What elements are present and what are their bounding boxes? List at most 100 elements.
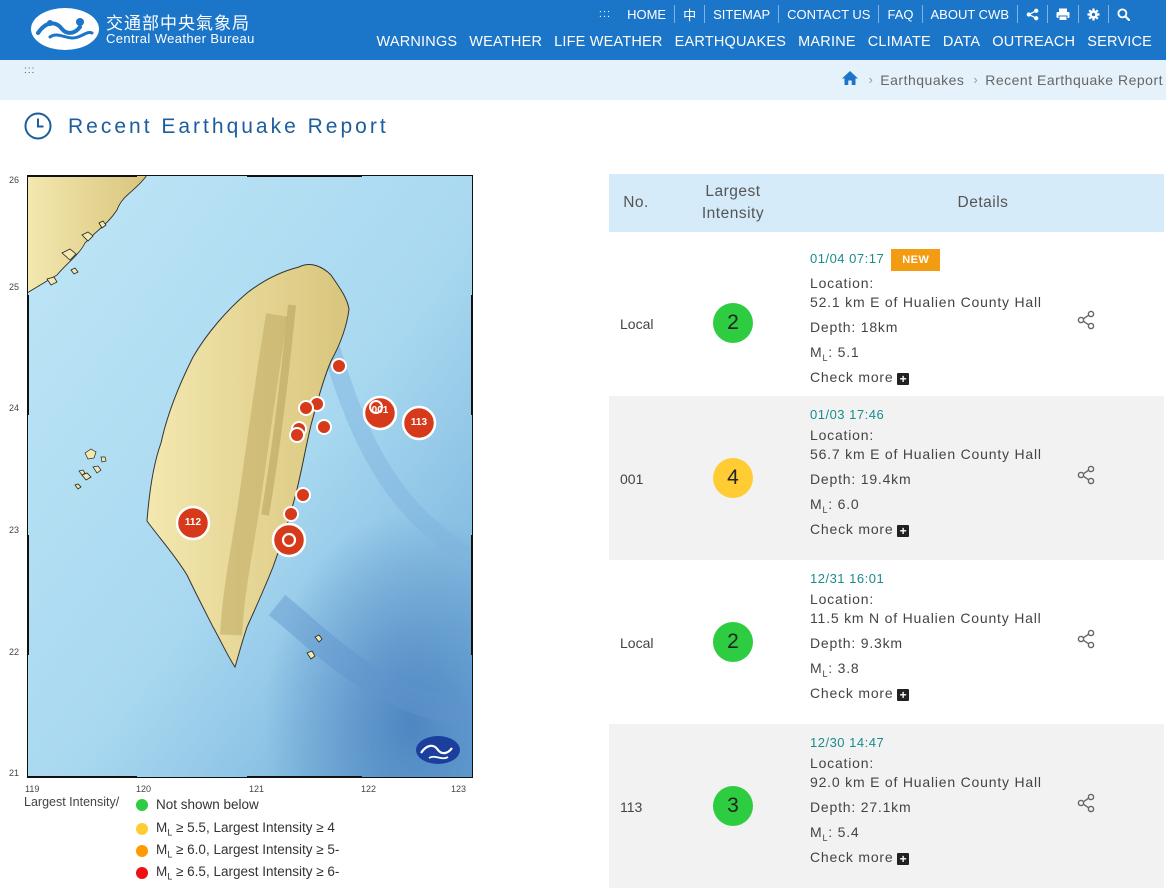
magnitude-value: ML: 5.4 bbox=[810, 824, 860, 843]
plus-icon: + bbox=[897, 525, 910, 537]
earthquake-table: No. Largest Intensity Details Local 2 01… bbox=[609, 174, 1164, 888]
yellow-dot-icon bbox=[136, 822, 148, 835]
nav-home[interactable]: HOME bbox=[619, 3, 674, 25]
gear-icon[interactable] bbox=[1079, 3, 1108, 25]
share-icon[interactable] bbox=[1018, 3, 1047, 25]
nav-contact-us[interactable]: CONTACT US bbox=[779, 3, 878, 25]
clock-icon bbox=[24, 112, 52, 140]
lon-label: 123 bbox=[451, 784, 467, 794]
new-badge: NEW bbox=[891, 249, 941, 271]
legend-item: ML ≥ 5.5, Largest Intensity ≥ 4 bbox=[136, 820, 335, 838]
col-header-details: Details bbox=[957, 194, 1009, 211]
intensity-badge: 2 bbox=[713, 622, 753, 662]
nav-life-weather[interactable]: LIFE WEATHER bbox=[548, 34, 668, 50]
lat-label: 23 bbox=[9, 525, 20, 535]
check-more-link[interactable]: Check more + bbox=[810, 517, 1042, 542]
share-icon[interactable] bbox=[1076, 465, 1096, 485]
breadcrumb-earthquakes[interactable]: Earthquakes bbox=[880, 72, 964, 88]
location-value: 56.7 km E of Hualien County Hall bbox=[810, 446, 1042, 462]
lat-label: 25 bbox=[9, 282, 20, 292]
check-more-link[interactable]: Check more + bbox=[810, 845, 1042, 870]
row-no: 113 bbox=[620, 799, 643, 815]
nav-outreach[interactable]: OUTREACH bbox=[986, 34, 1081, 50]
accesskey-center[interactable]: ::: bbox=[24, 65, 35, 76]
map-marker-001[interactable]: 001 bbox=[364, 405, 396, 416]
breadcrumb-bar: ::: › Earthquakes › Recent Earthquake Re… bbox=[0, 60, 1166, 100]
site-header: 交通部中央氣象局 Central Weather Bureau ::: HOME… bbox=[0, 0, 1166, 60]
table-row[interactable]: 113 3 12/30 14:47 Location: 92.0 km E of… bbox=[609, 724, 1164, 888]
location-value: 92.0 km E of Hualien County Hall bbox=[810, 774, 1042, 790]
main-nav: WARNINGS WEATHER LIFE WEATHER EARTHQUAKE… bbox=[370, 34, 1158, 50]
chevron-right-icon: › bbox=[868, 72, 874, 87]
legend-label: Not shown below bbox=[156, 797, 259, 812]
intensity-badge: 2 bbox=[713, 303, 753, 343]
row-no: Local bbox=[620, 316, 654, 332]
top-utility-nav: ::: HOME 中 SITEMAP CONTACT US FAQ ABOUT … bbox=[591, 3, 1138, 25]
plus-icon: + bbox=[897, 689, 910, 701]
legend-item: ML ≥ 6.0, Largest Intensity ≥ 5- bbox=[136, 842, 339, 860]
print-icon[interactable] bbox=[1048, 3, 1078, 25]
depth-value: Depth: 9.3km bbox=[810, 635, 903, 651]
nav-chinese[interactable]: 中 bbox=[675, 3, 704, 25]
chevron-right-icon: › bbox=[973, 72, 979, 87]
red-dot-icon bbox=[136, 866, 148, 879]
nav-weather[interactable]: WEATHER bbox=[463, 34, 548, 50]
event-time[interactable]: 01/04 07:17 bbox=[810, 251, 884, 266]
logo-title-en[interactable]: Central Weather Bureau bbox=[106, 31, 255, 46]
breadcrumb: › Earthquakes › Recent Earthquake Report bbox=[841, 70, 1163, 89]
row-no: Local bbox=[620, 635, 654, 651]
table-row[interactable]: Local 2 12/31 16:01 Location: 11.5 km N … bbox=[609, 560, 1164, 724]
legend-title: Largest Intensity/ bbox=[24, 795, 120, 809]
row-details: 12/31 16:01 Location: 11.5 km N of Huali… bbox=[810, 567, 1042, 706]
depth-value: Depth: 19.4km bbox=[810, 471, 912, 487]
col-header-intensity: Largest Intensity bbox=[701, 183, 765, 222]
table-header: No. Largest Intensity Details bbox=[609, 174, 1164, 232]
magnitude-value: ML: 3.8 bbox=[810, 660, 860, 679]
lon-label: 120 bbox=[136, 784, 152, 794]
home-icon[interactable] bbox=[841, 70, 859, 89]
nav-sitemap[interactable]: SITEMAP bbox=[705, 3, 778, 25]
legend-label: ML ≥ 5.5, Largest Intensity ≥ 4 bbox=[156, 820, 335, 838]
lat-label: 26 bbox=[9, 175, 20, 185]
table-row[interactable]: 001 4 01/03 17:46 Location: 56.7 km E of… bbox=[609, 396, 1164, 560]
nav-data[interactable]: DATA bbox=[937, 34, 986, 50]
event-time[interactable]: 12/30 14:47 bbox=[810, 731, 1042, 753]
share-icon[interactable] bbox=[1076, 793, 1096, 813]
map-marker-112[interactable]: 112 bbox=[177, 517, 209, 528]
page-title: Recent Earthquake Report bbox=[68, 115, 389, 138]
nav-about-cwb[interactable]: ABOUT CWB bbox=[923, 3, 1018, 25]
lat-label: 21 bbox=[9, 768, 20, 778]
nav-faq[interactable]: FAQ bbox=[879, 3, 921, 25]
legend-label: ML ≥ 6.0, Largest Intensity ≥ 5- bbox=[156, 842, 340, 860]
nav-climate[interactable]: CLIMATE bbox=[862, 34, 937, 50]
check-more-link[interactable]: Check more + bbox=[810, 365, 1042, 390]
check-more-link[interactable]: Check more + bbox=[810, 681, 1042, 706]
row-no: 001 bbox=[620, 471, 644, 487]
nav-earthquakes[interactable]: EARTHQUAKES bbox=[669, 34, 793, 50]
depth-value: Depth: 27.1km bbox=[810, 799, 912, 815]
accesskey-top[interactable]: ::: bbox=[591, 3, 619, 25]
green-dot-icon bbox=[136, 798, 148, 811]
depth-value: Depth: 18km bbox=[810, 319, 899, 335]
row-details: 01/03 17:46 Location: 56.7 km E of Huali… bbox=[810, 403, 1042, 542]
event-time[interactable]: 12/31 16:01 bbox=[810, 567, 1042, 589]
table-row[interactable]: Local 2 01/04 07:17 NEW Location: 52.1 km… bbox=[609, 232, 1164, 396]
lat-label: 24 bbox=[9, 403, 20, 413]
share-icon[interactable] bbox=[1076, 629, 1096, 649]
earthquake-map-image bbox=[25, 173, 475, 780]
magnitude-value: ML: 5.1 bbox=[810, 344, 860, 363]
lat-label: 22 bbox=[9, 647, 20, 657]
earthquake-map[interactable]: 001 113 112 bbox=[25, 173, 475, 780]
nav-service[interactable]: SERVICE bbox=[1081, 34, 1158, 50]
search-icon[interactable] bbox=[1109, 3, 1138, 25]
event-time[interactable]: 01/03 17:46 bbox=[810, 403, 1042, 425]
col-header-no: No. bbox=[623, 194, 649, 211]
lon-label: 122 bbox=[361, 784, 377, 794]
lon-label: 121 bbox=[249, 784, 265, 794]
nav-warnings[interactable]: WARNINGS bbox=[370, 34, 463, 50]
share-icon[interactable] bbox=[1076, 310, 1096, 330]
cwb-logo-icon[interactable] bbox=[30, 7, 100, 51]
nav-marine[interactable]: MARINE bbox=[792, 34, 862, 50]
row-details: 01/04 07:17 NEW Location: 52.1 km E of Hu… bbox=[810, 247, 1042, 390]
map-marker-113[interactable]: 113 bbox=[403, 417, 435, 428]
